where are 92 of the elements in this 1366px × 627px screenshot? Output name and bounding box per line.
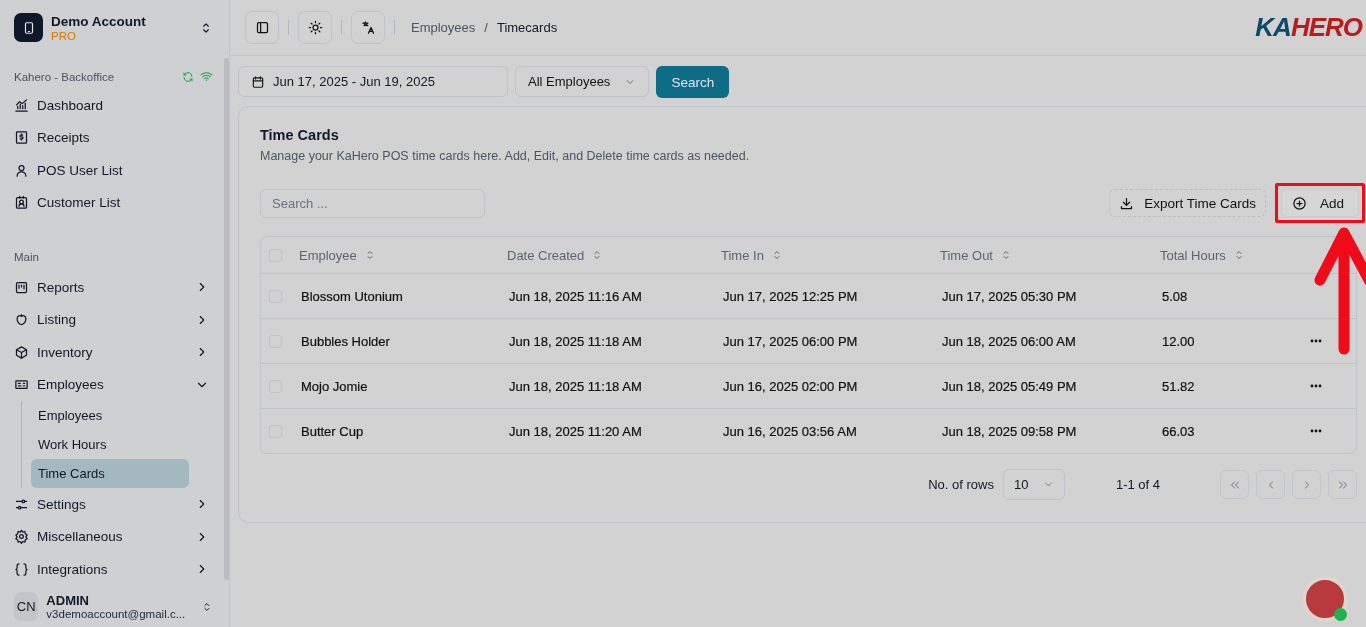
settings-icon (14, 529, 29, 545)
sidebar-item[interactable]: Miscellaneous (0, 520, 221, 553)
table-cell-text: Jun 18, 2025 06:00 AM (941, 333, 1077, 349)
table-cell-text: Mojo Jomie (300, 378, 369, 394)
plan-label: PRO (51, 29, 77, 42)
sun-icon (307, 20, 323, 35)
calendar-icon (251, 74, 265, 89)
panel-title: Time Cards (260, 127, 340, 143)
table-cell-text: Bubbles Holder (300, 333, 391, 349)
rows-per-page-select[interactable]: 10 (1002, 469, 1065, 500)
table-cell-text: Blossom Utonium (300, 288, 404, 304)
sidebar-subitem[interactable]: Time Cards (31, 459, 189, 488)
column-header[interactable]: Time Out (940, 247, 1160, 263)
sidebar-subitem[interactable]: Work Hours (31, 430, 189, 459)
chart-icon (14, 97, 29, 113)
table-cell-text: Jun 17, 2025 06:00 PM (722, 333, 859, 349)
table-cell-text: Jun 18, 2025 11:16 AM (508, 288, 643, 304)
more-icon[interactable] (1310, 429, 1322, 433)
table-cell-text: 51.82 (1161, 378, 1196, 394)
date-range-field[interactable]: Jun 17, 2025 - Jun 19, 2025 (238, 66, 508, 97)
user-email: v3demoaccount@gmail.c... (46, 608, 186, 620)
more-icon[interactable] (1310, 384, 1322, 388)
sidebar-item[interactable]: Employees (0, 368, 221, 401)
package-icon (14, 344, 29, 360)
table-cell-text: 66.03 (1161, 423, 1196, 439)
breadcrumb-link[interactable]: Employees (411, 20, 476, 35)
braces-icon (14, 561, 29, 577)
table-cell-text: Butter Cup (300, 423, 365, 439)
download-icon (1119, 195, 1135, 211)
table-cell-text: Jun 18, 2025 09:58 PM (941, 423, 1078, 439)
column-header[interactable]: Date Created (507, 247, 721, 263)
last-page-icon (1336, 478, 1349, 491)
contact-card-icon (14, 195, 29, 211)
export-button[interactable]: Export Time Cards (1109, 189, 1266, 217)
table-cell-text: Jun 18, 2025 05:49 PM (941, 378, 1078, 394)
user-name: ADMIN (46, 593, 90, 608)
first-page-icon (1228, 478, 1241, 491)
sidebar-item[interactable]: Customer List (0, 186, 221, 219)
table-cell-text: Jun 17, 2025 05:30 PM (941, 288, 1078, 304)
sidebar-item[interactable]: Receipts (0, 121, 221, 154)
next-page-button[interactable] (1292, 470, 1321, 499)
page-range: 1-1 of 4 (1115, 477, 1160, 492)
online-status-dot (1334, 608, 1347, 621)
panel-description: Manage your KaHero POS time cards here. Add, Edit, and Delete time cards as needed. (260, 149, 751, 163)
refresh-icon (182, 70, 194, 83)
user-icon (14, 162, 29, 178)
table-cell-text: 5.08 (1161, 288, 1189, 304)
user-avatar: CN (14, 592, 39, 621)
account-name: Demo Account (51, 13, 146, 29)
add-button[interactable]: Add (1280, 189, 1359, 217)
sidebar-item[interactable]: POS User List (0, 154, 221, 187)
plus-circle-icon (1291, 195, 1307, 211)
language-button[interactable] (351, 11, 385, 44)
store-name: Kahero - Backoffice (14, 70, 115, 83)
sidebar-item[interactable]: Settings (0, 488, 221, 521)
employee-select[interactable]: All Employees (515, 66, 650, 97)
table-cell-text: Jun 17, 2025 12:25 PM (722, 288, 859, 304)
column-header[interactable]: Employee (299, 247, 507, 263)
sidebar-toggle-button[interactable] (245, 11, 279, 44)
table-cell-text: Jun 16, 2025 02:00 PM (722, 378, 859, 394)
rows-per-page-label: No. of rows (928, 477, 994, 492)
sidebar-item[interactable]: Integrations (0, 553, 221, 586)
first-page-button[interactable] (1220, 470, 1249, 499)
previous-page-button[interactable] (1256, 470, 1285, 499)
breadcrumb-separator: / (484, 20, 488, 35)
sidebar-icon (254, 20, 270, 35)
support-avatar[interactable] (1302, 576, 1348, 622)
sort-icon (1000, 249, 1012, 261)
table-cell-text: Jun 18, 2025 11:18 AM (508, 333, 643, 349)
column-header[interactable]: Total Hours (1160, 247, 1310, 263)
breadcrumb-current: Timecards (496, 20, 558, 35)
table-cell-text: Jun 16, 2025 03:56 AM (722, 423, 858, 439)
more-icon[interactable] (1310, 339, 1322, 343)
search-button[interactable]: Search (656, 66, 730, 98)
search-field[interactable]: Search ... (260, 188, 485, 218)
column-header[interactable]: Time In (721, 247, 940, 263)
sidebar-subitem[interactable]: Employees (31, 401, 189, 430)
theme-toggle-button[interactable] (298, 11, 332, 44)
table-cell-text: Jun 18, 2025 11:20 AM (508, 423, 643, 439)
sidebar-item[interactable]: Reports (0, 271, 221, 304)
table-cell-text: 12.00 (1161, 333, 1196, 349)
sidebar-item[interactable]: Dashboard (0, 89, 221, 122)
brand-logo: KAHERO (1255, 12, 1364, 43)
wifi-icon (200, 70, 213, 83)
receipt-icon (14, 130, 29, 146)
section-label: Main (13, 250, 40, 265)
translate-icon (360, 20, 376, 35)
sidebar-item[interactable]: Inventory (0, 336, 221, 369)
last-page-button[interactable] (1328, 470, 1357, 499)
table-cell-text: Jun 18, 2025 11:18 AM (508, 378, 643, 394)
sidebar-item[interactable]: Listing (0, 303, 221, 336)
board-icon (14, 279, 29, 295)
